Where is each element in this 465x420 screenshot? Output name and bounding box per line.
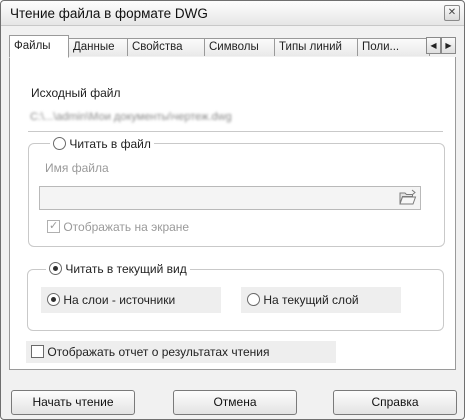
layers-source-radio[interactable] — [47, 293, 60, 306]
read-to-view-radio[interactable] — [49, 262, 62, 275]
layers-source-option[interactable]: На слои - источники — [47, 293, 175, 307]
close-button[interactable]: ✕ — [444, 5, 460, 21]
help-button[interactable]: Справка — [333, 390, 457, 415]
source-separator — [28, 131, 443, 132]
read-to-file-option[interactable]: Читать в файл — [50, 137, 154, 151]
tab-symbols[interactable]: Символы — [204, 38, 275, 56]
source-file-label: Исходный файл — [31, 86, 121, 100]
report-option[interactable]: Отображать отчет о результатах чтения — [31, 345, 269, 359]
tab-properties[interactable]: Свойства — [127, 38, 205, 56]
tab-scroll-left[interactable]: ◀ — [426, 37, 441, 54]
folder-open-icon[interactable] — [399, 189, 417, 205]
arrow-right-icon: ▶ — [445, 41, 452, 50]
tab-files[interactable]: Файлы — [9, 35, 69, 58]
report-label: Отображать отчет о результатах чтения — [47, 345, 270, 359]
tab-data[interactable]: Данные — [68, 38, 128, 56]
cancel-button[interactable]: Отмена — [173, 390, 297, 415]
layers-source-label: На слои - источники — [63, 293, 176, 307]
tab-scroll-right[interactable]: ▶ — [441, 37, 456, 54]
tab-linetypes[interactable]: Типы линий — [274, 38, 358, 56]
start-reading-button[interactable]: Начать чтение — [11, 390, 135, 415]
current-layer-label: На текущий слой — [263, 293, 359, 307]
show-on-screen-label: Отображать на экране — [63, 220, 190, 234]
read-to-file-label: Читать в файл — [69, 137, 151, 151]
report-checkbox[interactable] — [31, 345, 44, 358]
dialog-window: Чтение файла в формате DWG ✕ Файлы Данны… — [0, 0, 465, 420]
tab-bar: Файлы Данные Свойства Символы Типы линий… — [9, 35, 456, 58]
read-to-view-option[interactable]: Читать в текущий вид — [46, 262, 190, 276]
source-file-path: C:\...\admin\Мои документы\чертеж.dwg — [30, 111, 232, 123]
filename-label: Имя файла — [45, 161, 109, 175]
title-bar[interactable]: Чтение файла в формате DWG ✕ — [1, 1, 464, 26]
read-to-view-label: Читать в текущий вид — [65, 262, 187, 276]
window-title: Чтение файла в формате DWG — [10, 6, 208, 21]
read-to-file-radio[interactable] — [53, 137, 66, 150]
show-on-screen-option[interactable]: Отображать на экране — [47, 219, 190, 234]
current-layer-option[interactable]: На текущий слой — [247, 293, 359, 307]
close-icon: ✕ — [447, 7, 457, 18]
show-on-screen-checkbox[interactable] — [47, 219, 60, 233]
current-layer-radio[interactable] — [247, 293, 260, 306]
tab-poly[interactable]: Поли... — [357, 38, 430, 56]
arrow-left-icon: ◀ — [430, 41, 437, 50]
filename-input[interactable] — [39, 186, 421, 210]
